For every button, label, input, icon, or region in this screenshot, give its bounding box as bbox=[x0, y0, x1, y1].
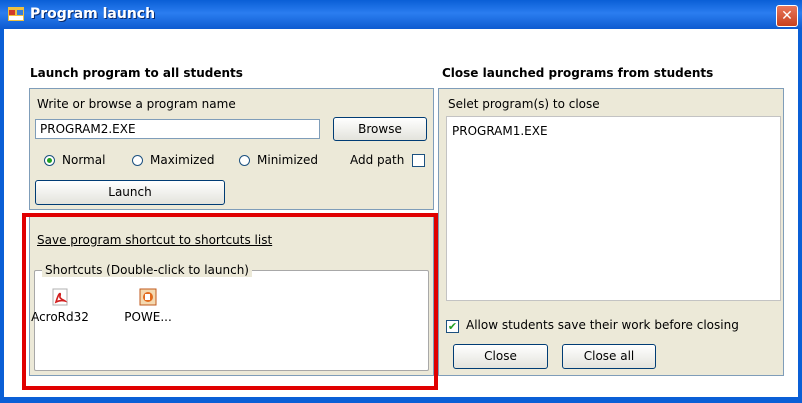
close-all-button[interactable]: Close all bbox=[562, 344, 656, 369]
save-shortcut-link[interactable]: Save program shortcut to shortcuts list bbox=[37, 233, 272, 247]
program-list-item[interactable]: PROGRAM1.EXE bbox=[452, 124, 548, 138]
radio-normal-label[interactable]: Normal bbox=[62, 153, 105, 167]
radio-maximized-label[interactable]: Maximized bbox=[150, 153, 214, 167]
shortcut-acrord32-label: AcroRd32 bbox=[31, 310, 89, 324]
acrobat-icon bbox=[52, 288, 68, 306]
shortcuts-group bbox=[34, 270, 429, 371]
shortcut-powerpoint[interactable]: POWE... bbox=[118, 288, 178, 324]
programs-listbox[interactable]: PROGRAM1.EXE bbox=[446, 116, 781, 301]
radio-minimized[interactable] bbox=[239, 155, 250, 166]
radio-normal[interactable] bbox=[44, 155, 55, 166]
allow-save-label[interactable]: Allow students save their work before cl… bbox=[466, 318, 739, 332]
program-launch-window: Program launch ✕ Launch program to all s… bbox=[0, 0, 802, 403]
radio-maximized[interactable] bbox=[132, 155, 143, 166]
window-title: Program launch bbox=[30, 6, 156, 22]
launch-button[interactable]: Launch bbox=[35, 180, 225, 205]
title-bar[interactable]: Program launch ✕ bbox=[0, 0, 802, 29]
add-path-label[interactable]: Add path bbox=[350, 153, 404, 167]
powerpoint-icon bbox=[139, 288, 157, 306]
select-programs-label: Selet program(s) to close bbox=[448, 97, 600, 111]
close-section-heading: Close launched programs from students bbox=[442, 66, 714, 80]
program-name-label: Write or browse a program name bbox=[37, 97, 236, 111]
radio-minimized-label[interactable]: Minimized bbox=[257, 153, 318, 167]
shortcut-powerpoint-label: POWE... bbox=[124, 310, 172, 324]
close-button[interactable]: Close bbox=[453, 344, 548, 369]
app-icon bbox=[8, 7, 24, 21]
add-path-checkbox[interactable] bbox=[412, 154, 425, 167]
browse-button[interactable]: Browse bbox=[333, 117, 427, 141]
program-name-input[interactable] bbox=[35, 119, 320, 139]
window-close-button[interactable]: ✕ bbox=[776, 5, 798, 27]
window-frame-right bbox=[798, 29, 802, 397]
launch-section-heading: Launch program to all students bbox=[30, 66, 243, 80]
shortcuts-legend: Shortcuts (Double-click to launch) bbox=[42, 263, 252, 277]
shortcut-acrord32[interactable]: AcroRd32 bbox=[28, 288, 92, 324]
window-frame-bottom bbox=[0, 397, 802, 403]
allow-save-checkbox[interactable]: ✔ bbox=[446, 320, 459, 333]
